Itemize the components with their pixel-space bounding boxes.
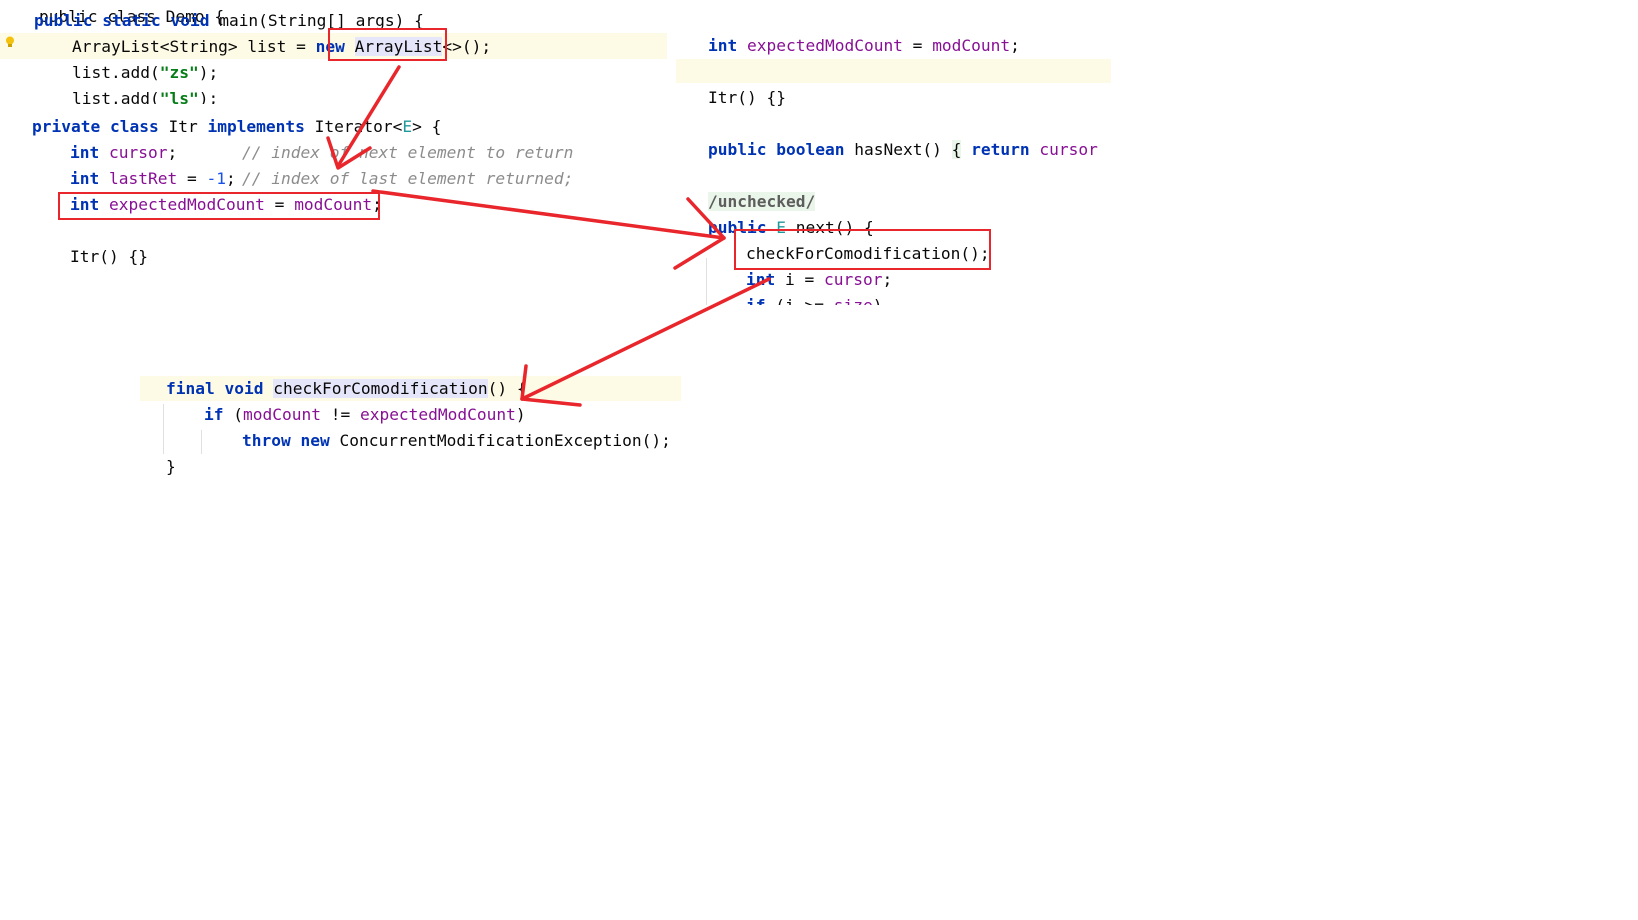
arrow-annotation xyxy=(326,65,771,407)
arrow-1-shaft xyxy=(336,65,401,168)
arrow-2-shaft xyxy=(371,189,726,240)
arrow-3-shaft xyxy=(520,277,771,401)
arrow-1-head xyxy=(326,136,372,170)
